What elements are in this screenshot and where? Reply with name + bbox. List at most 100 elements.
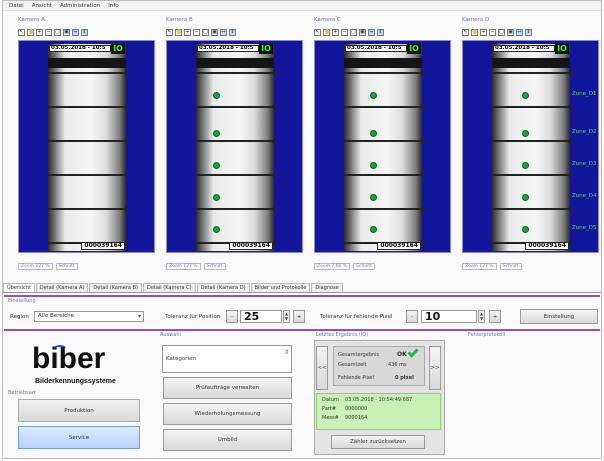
tol-pos-plus-button[interactable]: + bbox=[293, 310, 305, 323]
roi-marker[interactable] bbox=[213, 226, 220, 233]
fit-height-icon[interactable]: ⇕ bbox=[525, 28, 532, 36]
tol-px-spinner[interactable]: ▲ ▼ bbox=[478, 310, 485, 323]
zoom-out-icon[interactable]: − bbox=[341, 28, 348, 36]
zoom-area-icon[interactable]: ▢ bbox=[498, 28, 505, 36]
kategorien-select[interactable]: Kategorien ⇕ bbox=[162, 345, 292, 373]
zoom-in-icon[interactable]: + bbox=[480, 28, 487, 36]
tab-detail-b[interactable]: Detail (Kamera B) bbox=[89, 283, 142, 292]
hand-icon[interactable]: ✋ bbox=[175, 28, 182, 36]
next-result-button[interactable]: >> bbox=[429, 346, 441, 390]
prev-result-button[interactable]: << bbox=[316, 346, 328, 390]
fit-height-icon[interactable]: ⇕ bbox=[81, 28, 88, 36]
zoom-area-icon[interactable]: ▢ bbox=[202, 28, 209, 36]
roi-marker[interactable] bbox=[370, 194, 377, 201]
roi-marker[interactable] bbox=[213, 194, 220, 201]
cursor-icon[interactable]: ↖ bbox=[314, 28, 321, 36]
roi-marker[interactable] bbox=[213, 162, 220, 169]
tab-diagnose[interactable]: Diagnose bbox=[311, 283, 343, 292]
tol-pos-spinner[interactable]: ▲ ▼ bbox=[283, 310, 290, 323]
tab-detail-c[interactable]: Detail (Kamera C) bbox=[142, 283, 196, 292]
roi-marker[interactable] bbox=[370, 92, 377, 99]
zoom-fit-icon[interactable]: ▣ bbox=[507, 28, 514, 36]
camera-view[interactable]: 03.05.2018 - 10:5 IO 000039164 bbox=[18, 40, 155, 253]
produktion-button[interactable]: Produktion bbox=[18, 399, 140, 422]
tab-bilder[interactable]: Bilder und Protokolle bbox=[250, 283, 311, 292]
image-band bbox=[48, 58, 126, 68]
zoom-area-icon[interactable]: ▢ bbox=[54, 28, 61, 36]
wiederholungsmessung-button[interactable]: Wiederholungsmessung bbox=[163, 403, 292, 425]
menu-datei[interactable]: Datei bbox=[9, 3, 24, 9]
fit-width-icon[interactable]: ⇔ bbox=[220, 28, 227, 36]
fit-width-icon[interactable]: ⇔ bbox=[368, 28, 375, 36]
image-rail bbox=[196, 138, 277, 144]
zoom-fit-icon[interactable]: ▣ bbox=[211, 28, 218, 36]
cursor-icon[interactable]: ↖ bbox=[166, 28, 173, 36]
tab-detail-a[interactable]: Detail (Kamera A) bbox=[35, 283, 89, 292]
fit-width-icon[interactable]: ⇔ bbox=[516, 28, 523, 36]
zoom-fit-icon[interactable]: ▣ bbox=[359, 28, 366, 36]
fit-height-icon[interactable]: ⇕ bbox=[229, 28, 236, 36]
roi-marker[interactable] bbox=[370, 226, 377, 233]
zoom-readout: Zoom 127 % bbox=[462, 262, 497, 270]
roi-marker[interactable] bbox=[370, 130, 377, 137]
hand-icon[interactable]: ✋ bbox=[323, 28, 330, 36]
logo-subtitle: Bilderkennungssysteme bbox=[35, 378, 116, 385]
divider-einstellung bbox=[4, 295, 600, 297]
hand-icon[interactable]: ✋ bbox=[471, 28, 478, 36]
tol-px-input[interactable]: 10 bbox=[421, 310, 477, 323]
io-badge: IO bbox=[259, 44, 273, 54]
camera-view[interactable]: 03.05.2018 - 10:5 IO 000039164 Zone_D1 Zone_… bbox=[462, 40, 599, 253]
zoom-in-icon[interactable]: + bbox=[36, 28, 43, 36]
roi-marker[interactable] bbox=[213, 92, 220, 99]
service-button[interactable]: Service bbox=[18, 426, 140, 449]
camera-mode: Schnitt bbox=[353, 262, 375, 270]
zoom-in-icon[interactable]: + bbox=[184, 28, 191, 36]
kategorien-value: Kategorien bbox=[166, 356, 196, 362]
roi-marker[interactable] bbox=[522, 92, 529, 99]
zoom-out-icon[interactable]: − bbox=[193, 28, 200, 36]
einstellung-apply-button[interactable]: Einstellung bbox=[520, 309, 598, 324]
datum-label: Datum bbox=[322, 397, 339, 403]
zoom-in-icon[interactable]: + bbox=[332, 28, 339, 36]
messnr-value: 0000164 bbox=[345, 415, 368, 421]
umbild-button[interactable]: Umbild bbox=[163, 429, 292, 451]
menu-administration[interactable]: Administration bbox=[60, 3, 100, 9]
roi-marker[interactable] bbox=[522, 162, 529, 169]
cursor-icon[interactable]: ↖ bbox=[18, 28, 25, 36]
zoom-out-icon[interactable]: − bbox=[45, 28, 52, 36]
camera-mode: Schnitt bbox=[499, 262, 522, 270]
camera-view[interactable]: 03.05.2018 - 10:5 IO 000039164 bbox=[166, 40, 303, 253]
image-rail bbox=[48, 104, 129, 110]
tab-uebersicht[interactable]: Übersicht bbox=[3, 283, 35, 292]
roi-marker[interactable] bbox=[522, 226, 529, 233]
tol-pos-minus-button[interactable]: - bbox=[226, 310, 238, 323]
zaehler-reset-button[interactable]: Zähler zurücksetzen bbox=[331, 435, 425, 449]
camera-view[interactable]: 03.05.2018 - 10:5 IO 000039164 bbox=[314, 40, 451, 253]
camera-title: Kamera A bbox=[18, 17, 45, 23]
tol-px-minus-button[interactable]: - bbox=[406, 310, 418, 323]
zoom-area-icon[interactable]: ▢ bbox=[350, 28, 357, 36]
menu-ansicht[interactable]: Ansicht bbox=[32, 3, 52, 9]
region-select[interactable]: Alle Bereiche ▾ bbox=[34, 311, 144, 322]
cursor-icon[interactable]: ↖ bbox=[462, 28, 469, 36]
roi-label: Zone_D1 bbox=[572, 91, 597, 97]
roi-marker[interactable] bbox=[522, 194, 529, 201]
roi-marker[interactable] bbox=[522, 130, 529, 137]
tol-pos-input[interactable]: 25 bbox=[240, 310, 282, 323]
menu-info[interactable]: Info bbox=[108, 3, 118, 9]
protokoll-title: Fehlerprotokoll bbox=[468, 332, 506, 338]
io-badge: IO bbox=[111, 44, 125, 54]
roi-label: Zone_D2 bbox=[572, 129, 597, 135]
tab-detail-d[interactable]: Detail (Kamera D) bbox=[196, 283, 250, 292]
fit-height-icon[interactable]: ⇕ bbox=[377, 28, 384, 36]
zoom-out-icon[interactable]: − bbox=[489, 28, 496, 36]
fit-width-icon[interactable]: ⇔ bbox=[72, 28, 79, 36]
tol-px-plus-button[interactable]: + bbox=[489, 310, 501, 323]
hand-icon[interactable]: ✋ bbox=[27, 28, 34, 36]
roi-marker[interactable] bbox=[370, 162, 377, 169]
pruefauftraege-button[interactable]: Prüfaufträge verwalten bbox=[163, 377, 292, 399]
roi-label: Zone_D5 bbox=[572, 225, 597, 231]
roi-marker[interactable] bbox=[213, 130, 220, 137]
zoom-fit-icon[interactable]: ▣ bbox=[63, 28, 70, 36]
camera-image: 03.05.2018 - 10:5 IO 000039164 bbox=[492, 44, 573, 251]
